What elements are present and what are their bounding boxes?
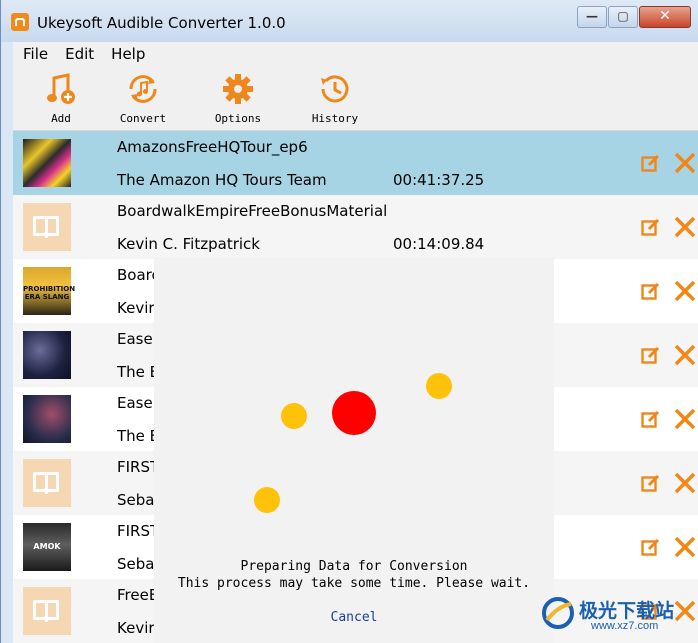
book-icon [23, 459, 71, 507]
edit-icon[interactable] [641, 281, 661, 301]
progress-message: Preparing Data for Conversion [240, 559, 468, 574]
minimize-button[interactable]: — [577, 6, 607, 28]
maximize-button[interactable]: ▢ [608, 6, 638, 28]
edit-icon[interactable] [641, 345, 661, 365]
convert-button[interactable]: Convert [108, 72, 178, 125]
cancel-button[interactable]: Cancel [154, 610, 554, 625]
list-item[interactable]: AmazonsFreeHQTour_ep6 The Amazon HQ Tour… [13, 131, 698, 195]
watermark-text: 极光下载站 [579, 600, 675, 622]
item-title: BoardwalkEmpireFreeBonusMaterial [117, 202, 388, 220]
add-label: Add [51, 112, 71, 125]
delete-icon[interactable] [673, 471, 697, 495]
maximize-icon: ▢ [617, 9, 629, 23]
cover-thumbnail: AMOK [23, 523, 71, 571]
menu-file[interactable]: File [13, 45, 55, 63]
add-music-icon [44, 72, 78, 106]
gear-icon [221, 72, 255, 106]
item-duration: 00:14:09.84 [393, 235, 485, 253]
spinner-dot [254, 487, 280, 513]
item-author: The E [117, 427, 160, 445]
convert-icon [126, 72, 160, 106]
options-label: Options [214, 112, 262, 125]
add-button[interactable]: Add [26, 72, 96, 125]
list-item[interactable]: BoardwalkEmpireFreeBonusMaterial Kevin C… [13, 195, 698, 259]
edit-icon[interactable] [641, 409, 661, 429]
cover-thumbnail [23, 331, 71, 379]
edit-icon[interactable] [641, 537, 661, 557]
edit-icon[interactable] [641, 473, 661, 493]
toolbar: Add Convert Options History [13, 66, 698, 131]
item-title: FIRST [117, 522, 160, 540]
delete-icon[interactable] [673, 407, 697, 431]
item-author: The E [117, 363, 160, 381]
watermark-logo-icon [542, 597, 574, 629]
spinner-dot [281, 403, 307, 429]
close-icon: ✕ [659, 8, 671, 24]
watermark-url: www.xz7.com [591, 620, 659, 632]
delete-icon[interactable] [673, 535, 697, 559]
spinner-dot [426, 373, 452, 399]
app-window: Ukeysoft Audible Converter 1.0.0 — ▢ ✕ F… [0, 0, 698, 643]
minimize-icon: — [586, 9, 598, 23]
delete-icon[interactable] [673, 279, 697, 303]
menu-edit[interactable]: Edit [55, 45, 101, 63]
delete-icon[interactable] [673, 151, 697, 175]
watermark: 极光下载站 www.xz7.com [541, 590, 698, 643]
progress-dialog: Preparing Data for Conversion This proce… [154, 257, 554, 643]
item-author: Kevir [117, 619, 155, 637]
item-author: Seba [117, 555, 155, 573]
cover-thumbnail [23, 139, 71, 187]
cover-thumbnail [23, 395, 71, 443]
item-author: The Amazon HQ Tours Team [117, 171, 327, 189]
window-title: Ukeysoft Audible Converter 1.0.0 [37, 14, 286, 32]
item-title: FIRST [117, 458, 160, 476]
item-title: AmazonsFreeHQTour_ep6 [117, 138, 308, 156]
history-icon [318, 72, 352, 106]
item-author: Kevir [117, 299, 155, 317]
delete-icon[interactable] [673, 343, 697, 367]
item-author: Seba [117, 491, 155, 509]
title-bar: Ukeysoft Audible Converter 1.0.0 — ▢ ✕ [1, 0, 698, 42]
item-title: FreeE [117, 586, 159, 604]
menu-help[interactable]: Help [101, 45, 152, 63]
history-button[interactable]: History [300, 72, 370, 125]
delete-icon[interactable] [673, 215, 697, 239]
close-button[interactable]: ✕ [639, 6, 691, 28]
progress-submessage: This process may take some time. Please … [177, 576, 531, 591]
edit-icon[interactable] [641, 217, 661, 237]
item-title: Easei [117, 330, 157, 348]
app-logo-icon [11, 13, 29, 31]
cover-text: PROHIBITION ERA SLANG [23, 285, 76, 301]
spinner-dot [332, 391, 376, 435]
options-button[interactable]: Options [203, 72, 273, 125]
book-icon [23, 203, 71, 251]
cover-text: AMOK [33, 542, 61, 551]
cover-thumbnail: PROHIBITION ERA SLANG [23, 267, 76, 315]
item-author: Kevin C. Fitzpatrick [117, 235, 260, 253]
edit-icon[interactable] [641, 153, 661, 173]
item-duration: 00:41:37.25 [393, 171, 485, 189]
menu-bar: File Edit Help [13, 42, 698, 66]
convert-label: Convert [119, 112, 167, 125]
item-title: Easei [117, 394, 157, 412]
window-controls: — ▢ ✕ [576, 6, 691, 28]
book-icon [23, 587, 71, 635]
history-label: History [311, 112, 359, 125]
